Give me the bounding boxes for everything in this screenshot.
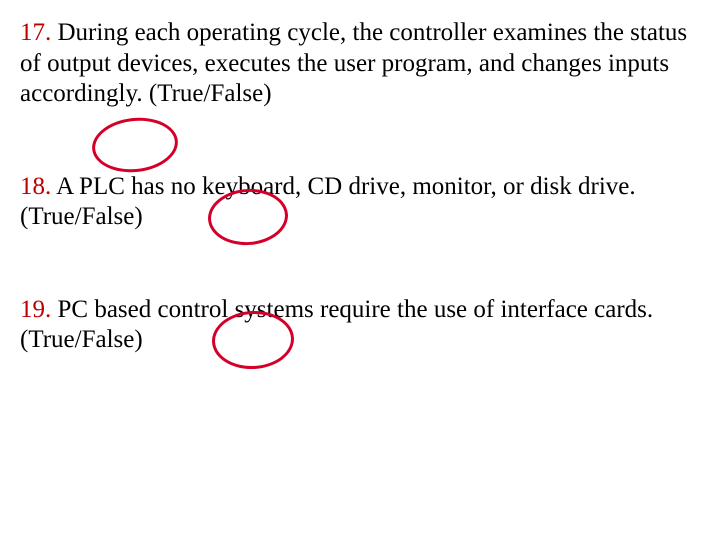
question-18: 18. A PLC has no keyboard, CD drive, mon… [20,172,700,233]
question-number: 19. [20,296,51,323]
question-number: 18. [20,173,51,200]
question-17: 17. During each operating cycle, the con… [20,18,700,110]
question-text: PC based control systems require the use… [20,296,653,354]
question-19: 19. PC based control systems require the… [20,295,700,356]
question-text: During each operating cycle, the control… [20,19,687,107]
circle-annotation [89,114,180,177]
page: 17. During each operating cycle, the con… [0,0,720,540]
question-number: 17. [20,19,51,46]
question-text: A PLC has no keyboard, CD drive, monitor… [20,173,636,231]
